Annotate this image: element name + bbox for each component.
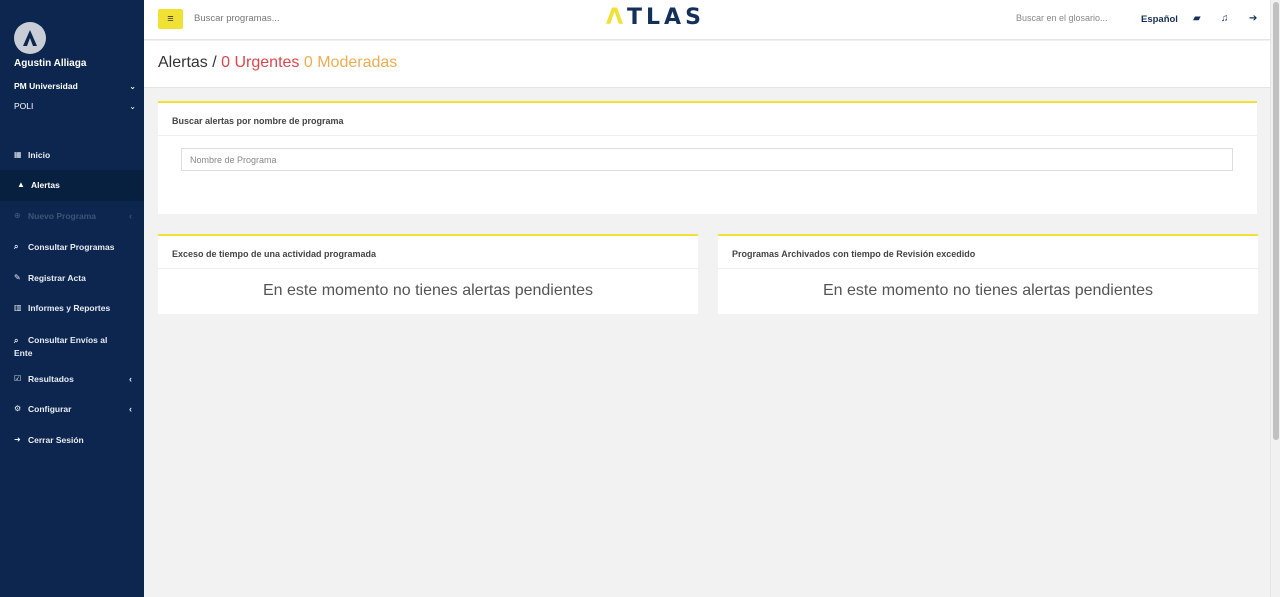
sidebar-item-label: Registrar Acta (28, 273, 86, 283)
sidebar-item-inicio[interactable]: ▦ Inicio (0, 140, 144, 170)
sidebar-item-label: Inicio (28, 150, 51, 160)
archived-review-exceeded-panel: Programas Archivados con tiempo de Revis… (718, 234, 1258, 314)
sidebar-item-consultar-envios[interactable]: ⌕ Consultar Envíos al Ente (0, 324, 144, 367)
program-search-input[interactable] (194, 13, 394, 24)
panel-title: Programas Archivados con tiempo de Revis… (718, 236, 1258, 269)
sidebar: Agustin Alliaga PM Universidad ⌄ POLI ⌄ … (0, 0, 144, 597)
sidebar-item-label: Cerrar Sesión (28, 435, 84, 445)
avatar[interactable] (14, 22, 46, 54)
activity-time-exceeded-panel: Exceso de tiempo de una actividad progra… (158, 234, 698, 314)
sidebar-item-informes[interactable]: ▥ Informes y Reportes (0, 293, 144, 324)
book-icon[interactable]: ▰ (1193, 13, 1201, 24)
pencil-icon: ✎ (14, 273, 21, 282)
empty-alerts-message: En este momento no tienes alertas pendie… (823, 282, 1153, 299)
chevron-left-icon: ‹ (129, 404, 132, 414)
program-name-input[interactable] (181, 148, 1233, 171)
sidebar-item-label: Nuevo Programa (28, 211, 97, 221)
sidebar-item-configurar[interactable]: ⚙ Configurar ‹ (0, 397, 144, 428)
sidebar-nav: ▦ Inicio ▲ Alertas ⊕ Nuevo Programa ‹ ⌕ … (0, 140, 144, 458)
institution-selector-label: POLI (14, 101, 34, 111)
topbar: ≡ ΛTLAS Español ▰ ♫ ➔ (144, 0, 1270, 40)
cogs-icon: ⚙ (14, 404, 22, 413)
page-title-text: Alertas (158, 54, 208, 71)
sidebar-item-nuevo-programa[interactable]: ⊕ Nuevo Programa ‹ (0, 201, 144, 232)
hamburger-icon: ≡ (167, 13, 174, 25)
sidebar-item-label: Alertas (31, 180, 60, 190)
moderate-count[interactable]: 0 Moderadas (304, 54, 397, 71)
sidebar-item-resultados[interactable]: ☑ Resultados ‹ (0, 367, 144, 397)
logo-text: TLAS (627, 5, 705, 30)
sign-out-icon[interactable]: ➔ (1249, 13, 1257, 24)
plus-circle-icon: ⊕ (14, 211, 21, 220)
search-alerts-panel: Buscar alertas por nombre de programa (158, 101, 1257, 214)
chevron-left-icon: ‹ (129, 211, 132, 221)
search-icon: ⌕ (14, 242, 19, 251)
glossary-search-input[interactable] (1016, 13, 1126, 23)
chevron-down-icon: ⌄ (129, 81, 136, 91)
scrollbar-thumb[interactable] (1273, 2, 1279, 440)
bell-icon: ▲ (17, 180, 25, 189)
sidebar-item-label: Consultar Programas (28, 242, 115, 252)
language-selector[interactable]: Español (1141, 14, 1178, 25)
breadcrumb-separator: / (212, 54, 217, 71)
search-icon: ⌕ (14, 336, 19, 345)
sidebar-item-label: Configurar (28, 404, 72, 414)
sidebar-item-cerrar-sesion[interactable]: ➜ Cerrar Sesión (0, 428, 144, 458)
empty-alerts-message: En este momento no tienes alertas pendie… (263, 282, 593, 299)
page-scrollbar[interactable] (1270, 0, 1280, 597)
dashboard-icon: ▦ (14, 150, 22, 159)
university-selector[interactable]: PM Universidad ⌄ (14, 81, 136, 91)
atlas-logo-icon (23, 30, 37, 46)
panel-title: Exceso de tiempo de una actividad progra… (158, 236, 698, 269)
atlas-logo[interactable]: ΛTLAS (606, 5, 705, 30)
logo-first-letter: Λ (606, 5, 628, 30)
sidebar-item-label: Resultados (28, 374, 74, 384)
chevron-left-icon: ‹ (129, 374, 132, 384)
bell-icon[interactable]: ♫ (1221, 13, 1229, 24)
institution-selector[interactable]: POLI ⌄ (14, 101, 136, 111)
page-title: Alertas / 0 Urgentes 0 Moderadas (158, 54, 397, 72)
menu-toggle-button[interactable]: ≡ (158, 9, 183, 29)
panel-title: Buscar alertas por nombre de programa (158, 103, 1257, 136)
sidebar-item-label: Consultar Envíos al Ente (14, 335, 108, 358)
user-name: Agustin Alliaga (14, 58, 87, 69)
university-selector-label: PM Universidad (14, 81, 78, 91)
sidebar-item-consultar-programas[interactable]: ⌕ Consultar Programas (0, 232, 144, 263)
sign-out-icon: ➜ (14, 435, 21, 444)
sidebar-item-registrar-acta[interactable]: ✎ Registrar Acta (0, 263, 144, 293)
chevron-down-icon: ⌄ (129, 101, 136, 111)
page-header: Alertas / 0 Urgentes 0 Moderadas (144, 41, 1270, 88)
urgent-count[interactable]: 0 Urgentes (221, 54, 299, 71)
sidebar-item-label: Informes y Reportes (28, 303, 111, 313)
bar-chart-icon: ▥ (14, 303, 22, 312)
sidebar-item-alertas[interactable]: ▲ Alertas (0, 170, 144, 201)
check-square-icon: ☑ (14, 374, 22, 383)
